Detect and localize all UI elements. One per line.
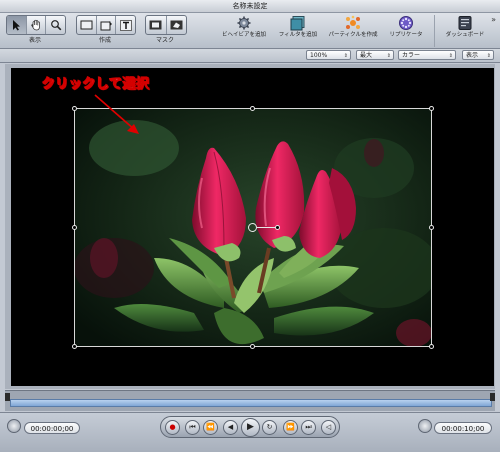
play-backward-button[interactable]: ◀ [223, 420, 238, 435]
toolbar: 表示 作成 マスク ビヘイビアを追加 フィルタを追加 パーティクルを作成 リプリ… [0, 13, 500, 49]
app-window: 名称未設定 表示 作成 マスク ビヘイビアを追加 フィルタを追加 パーティクルを… [0, 0, 500, 452]
mini-timeline [5, 390, 495, 411]
current-timecode-field[interactable]: 00:00:00;00 [24, 422, 80, 434]
title-bar: 名称未設定 [0, 0, 500, 13]
make-particles-button[interactable]: パーティクルを作成 [323, 15, 383, 47]
replicator-label: リプリケータ [389, 32, 423, 38]
replicator-button[interactable]: リプリケータ [376, 15, 436, 47]
playback-button-bar: ● ⏮ ⏪ ◀ ▶ ↻ ⏩ ⏭ ◁ [160, 416, 340, 438]
toolbar-overflow-icon[interactable]: » [491, 15, 496, 24]
go-to-start-button[interactable]: ⏮ [185, 420, 200, 435]
popup-arrows-icon: ⇕ [386, 53, 391, 59]
add-behavior-button[interactable]: ビヘイビアを追加 [214, 15, 274, 47]
canvas[interactable]: クリックして選択 [11, 68, 494, 386]
go-to-end-button[interactable]: ⏭ [301, 420, 316, 435]
dashboard-label: ダッシュボード [445, 32, 485, 38]
play-button[interactable]: ▶ [241, 418, 260, 437]
mask-tool-group [145, 15, 187, 35]
view-popup[interactable]: 表示 ⇕ [462, 50, 494, 60]
resize-handle-bottom-right[interactable] [429, 344, 434, 349]
click-to-select-annotation: クリックして選択 [42, 77, 150, 93]
record-button[interactable]: ● [165, 420, 180, 435]
add-filter-label: フィルタを追加 [278, 32, 318, 38]
canvas-options-bar: 100% ⇕ 最大 ⇕ カラー ⇕ 表示 ⇕ [0, 49, 500, 63]
mask-group-label: マスク [155, 37, 174, 44]
popup-arrows-icon: ⇕ [486, 53, 491, 59]
text-tool-button[interactable] [116, 16, 135, 34]
step-backward-button[interactable]: ⏪ [203, 420, 218, 435]
resize-handle-left[interactable] [72, 225, 77, 230]
quality-value: 最大 [360, 52, 373, 59]
rectangle-mask-icon [149, 20, 162, 30]
gear-icon [237, 16, 251, 30]
dashboard-icon [458, 16, 472, 30]
add-behavior-label: ビヘイビアを追加 [221, 32, 266, 38]
resize-handle-right[interactable] [429, 225, 434, 230]
window-title: 名称未設定 [232, 2, 268, 10]
channel-popup[interactable]: カラー ⇕ [398, 50, 456, 60]
dashboard-button[interactable]: ダッシュボード [434, 15, 495, 47]
current-time-jog[interactable] [7, 419, 21, 433]
step-forward-button[interactable]: ⏩ [283, 420, 298, 435]
duration-jog[interactable] [418, 419, 432, 433]
zoom-value: 100% [310, 52, 328, 59]
text-icon [119, 19, 132, 31]
resize-handle-bottom[interactable] [250, 344, 255, 349]
channel-value: カラー [402, 52, 421, 59]
create-tool-group [76, 15, 136, 35]
particle-icon [346, 15, 360, 29]
rectangle-tool-button[interactable] [77, 16, 97, 34]
resize-handle-bottom-left[interactable] [72, 344, 77, 349]
bezier-mask-icon [170, 20, 183, 30]
filter-icon [290, 16, 305, 31]
timeline-end-marker[interactable] [490, 393, 495, 401]
create-group-label: 作成 [98, 37, 111, 44]
popup-arrows-icon: ⇕ [343, 53, 348, 59]
bezier-pen-icon [100, 20, 112, 30]
zoom-tool-button[interactable] [46, 16, 65, 34]
make-particles-label: パーティクルを作成 [328, 32, 378, 38]
resize-handle-top[interactable] [250, 106, 255, 111]
hand-icon [31, 19, 40, 31]
pan-tool-button[interactable] [27, 16, 47, 34]
view-tool-group [6, 15, 66, 35]
audio-button[interactable]: ◁ [321, 420, 336, 435]
rectangle-mask-button[interactable] [146, 16, 167, 34]
timeline-play-range[interactable] [10, 399, 492, 407]
anchor-point-handle[interactable] [248, 223, 257, 232]
replicator-icon [399, 16, 413, 30]
resize-handle-top-right[interactable] [429, 106, 434, 111]
rectangle-icon [80, 20, 93, 30]
arrow-pointer-icon [13, 20, 21, 31]
annotation-arrow-icon [94, 94, 139, 134]
magnifier-icon [50, 20, 62, 31]
duration-timecode-field[interactable]: 00:00:10;00 [434, 422, 492, 434]
quality-popup[interactable]: 最大 ⇕ [356, 50, 394, 60]
popup-arrows-icon: ⇕ [448, 53, 453, 59]
select-tool-button[interactable] [7, 16, 27, 34]
view-group-label: 表示 [28, 37, 41, 44]
rotation-handle[interactable] [275, 225, 280, 230]
view-value: 表示 [466, 52, 479, 59]
rotation-arm [257, 227, 275, 228]
add-filter-button[interactable]: フィルタを追加 [268, 15, 328, 47]
zoom-popup[interactable]: 100% ⇕ [306, 50, 351, 60]
resize-handle-top-left[interactable] [72, 106, 77, 111]
transport-controls: 00:00:00;00 ● ⏮ ⏪ ◀ ▶ ↻ ⏩ ⏭ ◁ 00:00:10;0… [0, 412, 500, 452]
bezier-tool-button[interactable] [97, 16, 117, 34]
loop-button[interactable]: ↻ [262, 420, 277, 435]
bezier-mask-button[interactable] [167, 16, 187, 34]
